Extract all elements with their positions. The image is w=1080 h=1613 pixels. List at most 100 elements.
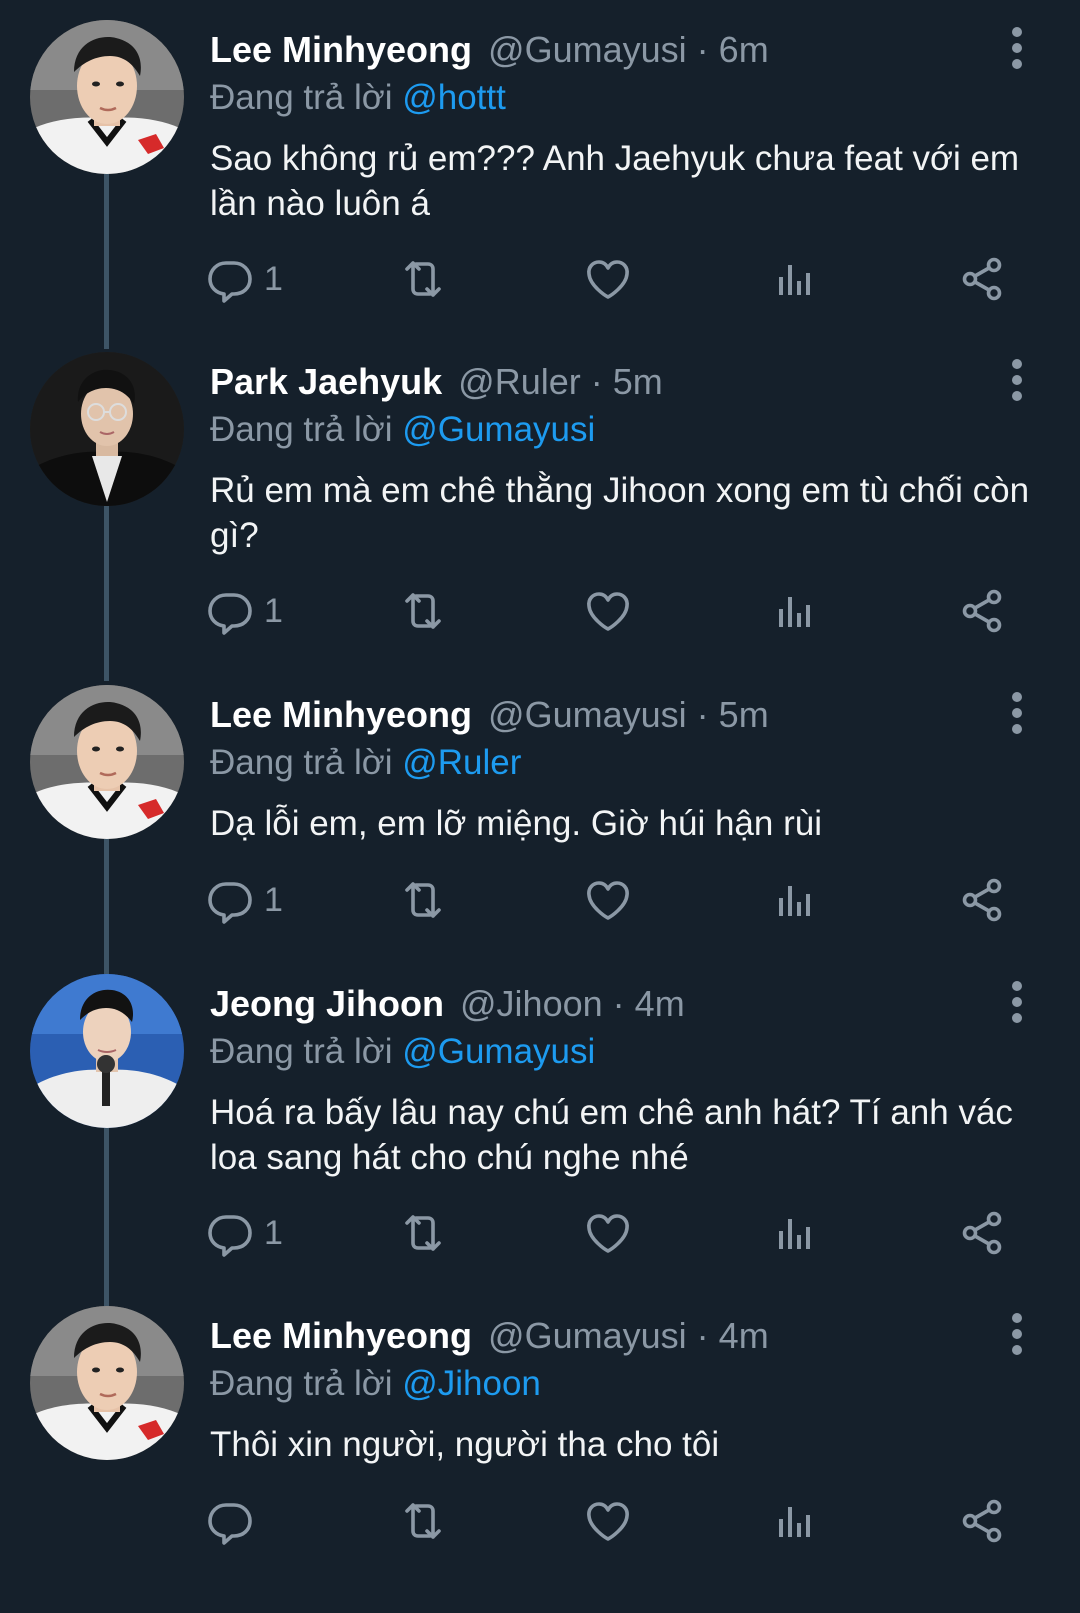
replying-to-label: Đang trả lời xyxy=(210,1364,393,1403)
display-name[interactable]: Lee Minhyeong xyxy=(210,694,472,735)
mention-link[interactable]: @Gumayusi xyxy=(402,1032,595,1071)
display-name[interactable]: Lee Minhyeong xyxy=(210,29,472,70)
reply-count: 1 xyxy=(264,259,283,298)
views-button[interactable] xyxy=(771,1491,819,1551)
avatar[interactable] xyxy=(30,1306,184,1460)
heart-icon xyxy=(584,1209,632,1257)
retweet-button[interactable] xyxy=(397,249,449,309)
replying-to-line: Đang trả lời @Jihoon xyxy=(210,1360,541,1408)
more-options-icon[interactable] xyxy=(1000,1310,1034,1360)
timestamp[interactable]: 4m xyxy=(719,1315,769,1356)
separator-dot: · xyxy=(696,29,709,70)
share-button[interactable] xyxy=(958,1203,1006,1263)
tweet-text: Thôi xin người, người tha cho tôi xyxy=(210,1425,720,1464)
display-name[interactable]: Jeong Jihoon xyxy=(210,983,444,1024)
reply-button[interactable]: 1 xyxy=(206,1203,283,1263)
share-icon xyxy=(958,1209,1006,1257)
avatar[interactable] xyxy=(30,352,184,506)
user-handle[interactable]: @Jihoon xyxy=(460,983,603,1024)
heart-icon xyxy=(584,587,632,635)
user-handle[interactable]: @Gumayusi xyxy=(488,694,687,735)
reply-button[interactable]: 1 xyxy=(206,870,283,930)
tweet-text: Rủ em mà em chê thằng Jihoon xong em tù … xyxy=(210,471,1030,555)
speech-bubble-icon xyxy=(206,876,254,924)
more-options-icon[interactable] xyxy=(1000,24,1034,74)
separator-dot: · xyxy=(590,361,603,402)
timestamp[interactable]: 4m xyxy=(635,983,685,1024)
avatar[interactable] xyxy=(30,974,184,1128)
display-name[interactable]: Park Jaehyuk xyxy=(210,361,442,402)
timestamp[interactable]: 5m xyxy=(719,694,769,735)
reply-button[interactable]: 1 xyxy=(206,581,283,641)
reply-button[interactable]: 1 xyxy=(206,249,283,309)
reply-thread: Lee Minhyeong @Gumayusi · 6m Đang trả lời… xyxy=(0,0,1080,1613)
retweet-icon xyxy=(397,255,449,303)
retweet-button[interactable] xyxy=(397,581,449,641)
timestamp[interactable]: 5m xyxy=(613,361,663,402)
replying-to-label: Đang trả lời xyxy=(210,410,393,449)
user-handle[interactable]: @Ruler xyxy=(458,361,581,402)
action-bar: 1 xyxy=(0,249,1080,309)
retweet-button[interactable] xyxy=(397,1203,449,1263)
tweet-header: Lee Minhyeong @Gumayusi · 4m xyxy=(210,1312,769,1360)
views-button[interactable] xyxy=(771,581,819,641)
retweet-icon xyxy=(397,1209,449,1257)
user-handle[interactable]: @Gumayusi xyxy=(488,1315,687,1356)
display-name[interactable]: Lee Minhyeong xyxy=(210,1315,472,1356)
speech-bubble-icon xyxy=(206,1497,254,1545)
share-button[interactable] xyxy=(958,581,1006,641)
speech-bubble-icon xyxy=(206,255,254,303)
heart-icon xyxy=(584,876,632,924)
like-button[interactable] xyxy=(584,249,632,309)
share-button[interactable] xyxy=(958,870,1006,930)
tweet-header: Jeong Jihoon @Jihoon · 4m xyxy=(210,980,685,1028)
views-button[interactable] xyxy=(771,870,819,930)
tweet[interactable]: Lee Minhyeong @Gumayusi · 6m Đang trả lời… xyxy=(0,0,1080,340)
tweet-header: Lee Minhyeong @Gumayusi · 6m xyxy=(210,26,769,74)
tweet-text: Sao không rủ em??? Anh Jaehyuk chưa feat… xyxy=(210,139,1020,223)
action-bar xyxy=(0,1491,1080,1551)
like-button[interactable] xyxy=(584,1203,632,1263)
retweet-icon xyxy=(397,587,449,635)
share-button[interactable] xyxy=(958,1491,1006,1551)
replying-to-line: Đang trả lời @hottt xyxy=(210,74,506,122)
like-button[interactable] xyxy=(584,1491,632,1551)
more-options-icon[interactable] xyxy=(1000,978,1034,1028)
more-options-icon[interactable] xyxy=(1000,689,1034,739)
like-button[interactable] xyxy=(584,870,632,930)
retweet-button[interactable] xyxy=(397,1491,449,1551)
tweet-text: Dạ lỗi em, em lỡ miệng. Giờ húi hận rùi xyxy=(210,804,822,843)
heart-icon xyxy=(584,255,632,303)
mention-link[interactable]: @Jihoon xyxy=(402,1364,541,1403)
like-button[interactable] xyxy=(584,581,632,641)
replying-to-line: Đang trả lời @Gumayusi xyxy=(210,406,595,454)
avatar[interactable] xyxy=(30,20,184,174)
mention-link[interactable]: @hottt xyxy=(402,78,506,117)
tweet-header: Park Jaehyuk @Ruler · 5m xyxy=(210,358,663,406)
mention-link[interactable]: @Gumayusi xyxy=(402,410,595,449)
tweet[interactable]: Jeong Jihoon @Jihoon · 4m Đang trả lời @G… xyxy=(0,954,1080,1294)
reply-count: 1 xyxy=(264,1213,283,1252)
share-button[interactable] xyxy=(958,249,1006,309)
reply-count: 1 xyxy=(264,880,283,919)
mention-link[interactable]: @Ruler xyxy=(402,743,521,782)
reply-button[interactable] xyxy=(206,1491,254,1551)
share-icon xyxy=(958,876,1006,924)
views-button[interactable] xyxy=(771,249,819,309)
action-bar: 1 xyxy=(0,581,1080,641)
tweet[interactable]: Lee Minhyeong @Gumayusi · 4m Đang trả lời… xyxy=(0,1286,1080,1613)
separator-dot: · xyxy=(612,983,625,1024)
retweet-button[interactable] xyxy=(397,870,449,930)
share-icon xyxy=(958,587,1006,635)
user-handle[interactable]: @Gumayusi xyxy=(488,29,687,70)
avatar[interactable] xyxy=(30,685,184,839)
retweet-icon xyxy=(397,1497,449,1545)
tweet-text: Hoá ra bấy lâu nay chú em chê anh hát? T… xyxy=(210,1093,1013,1177)
replying-to-line: Đang trả lời @Ruler xyxy=(210,739,521,787)
tweet[interactable]: Park Jaehyuk @Ruler · 5m Đang trả lời @Gu… xyxy=(0,332,1080,672)
heart-icon xyxy=(584,1497,632,1545)
views-button[interactable] xyxy=(771,1203,819,1263)
timestamp[interactable]: 6m xyxy=(719,29,769,70)
more-options-icon[interactable] xyxy=(1000,356,1034,406)
separator-dot: · xyxy=(696,694,709,735)
